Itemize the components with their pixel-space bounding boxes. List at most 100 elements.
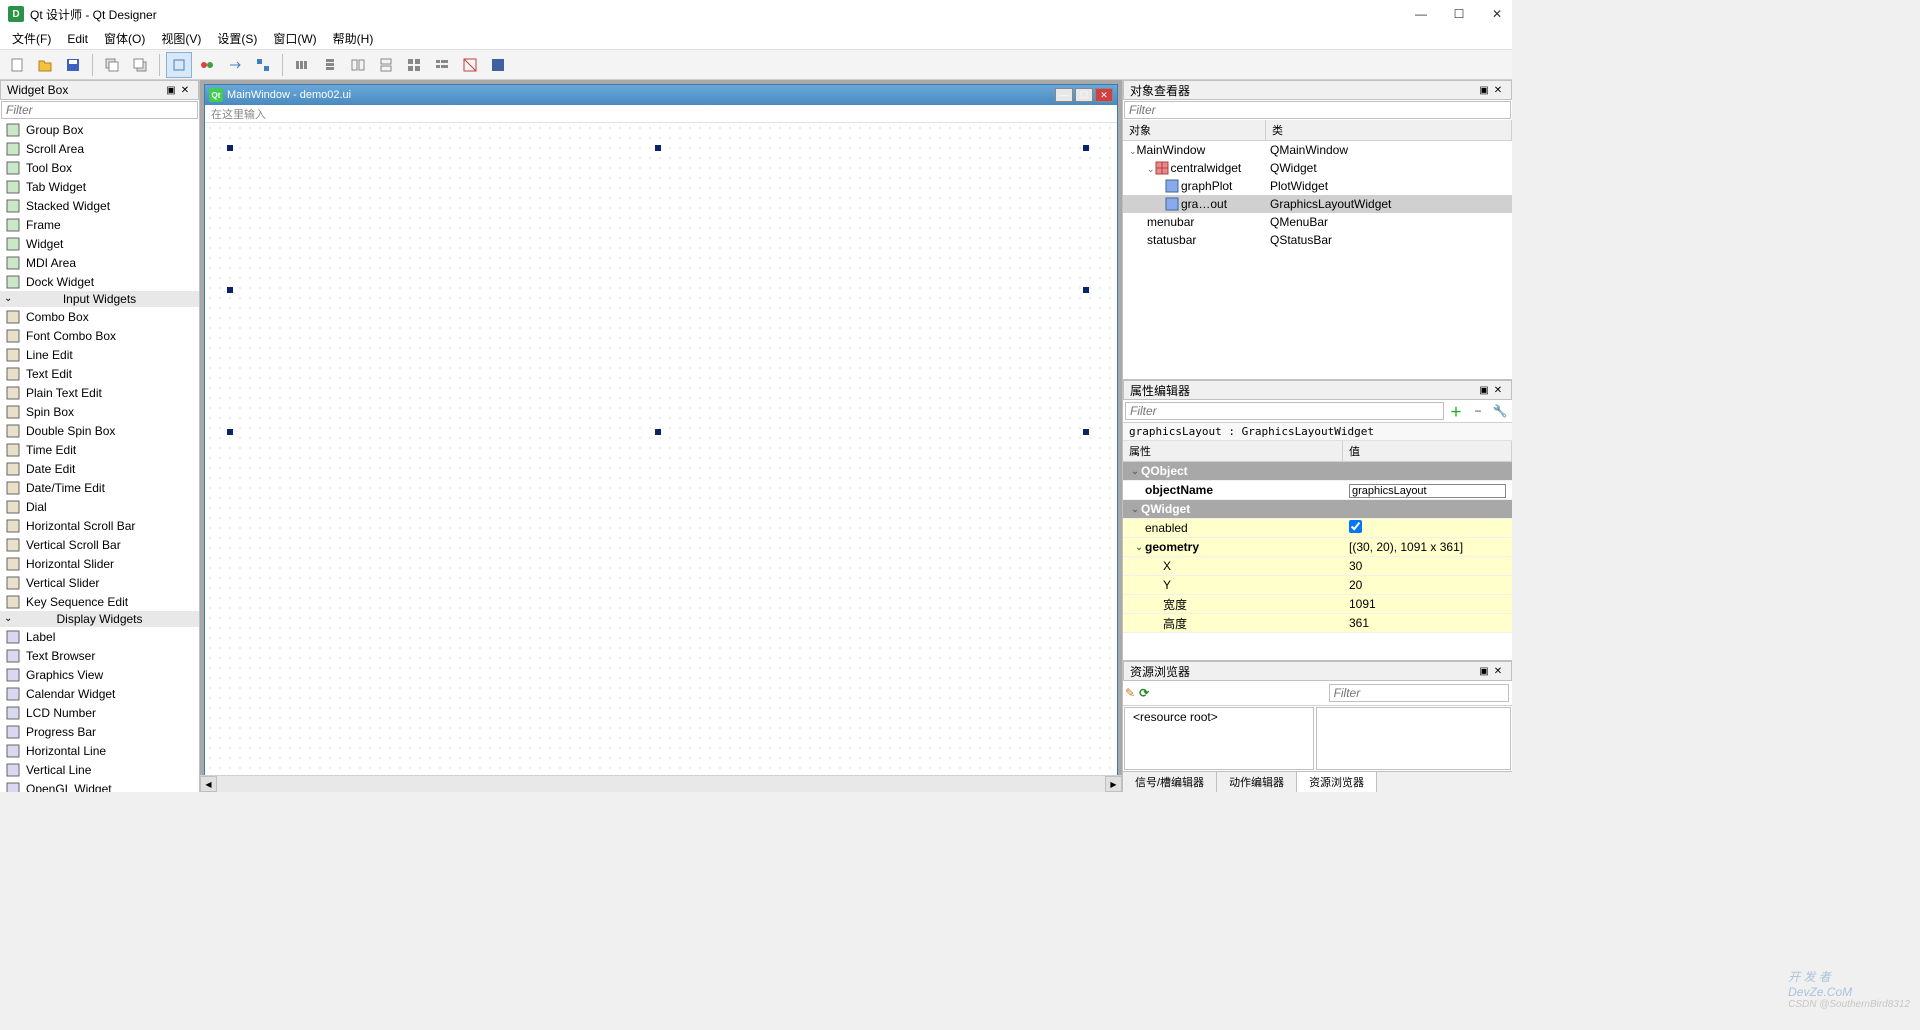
remove-property-button[interactable]: − bbox=[1468, 402, 1488, 420]
form-titlebar[interactable]: Qt MainWindow - demo02.ui — ☐ ✕ bbox=[205, 85, 1117, 105]
prop-objectname-input[interactable] bbox=[1349, 484, 1506, 498]
prop-x-value[interactable]: 30 bbox=[1343, 558, 1512, 574]
menu-view[interactable]: 视图(V) bbox=[153, 28, 209, 49]
scroll-right-button[interactable]: ▶ bbox=[1105, 776, 1122, 792]
form-window[interactable]: Qt MainWindow - demo02.ui — ☐ ✕ 在这里输入 bbox=[204, 84, 1118, 775]
menu-file[interactable]: 文件(F) bbox=[4, 28, 59, 49]
menu-help[interactable]: 帮助(H) bbox=[325, 28, 382, 49]
prop-y-value[interactable]: 20 bbox=[1343, 577, 1512, 593]
tree-row[interactable]: ⌄centralwidgetQWidget bbox=[1123, 159, 1512, 177]
close-panel-icon[interactable]: ✕ bbox=[1491, 664, 1505, 678]
widget-item[interactable]: Graphics View bbox=[0, 665, 199, 684]
menu-form[interactable]: 窗体(O) bbox=[96, 28, 153, 49]
widget-box-filter[interactable] bbox=[1, 101, 198, 119]
close-button[interactable]: ✕ bbox=[1490, 7, 1504, 21]
edit-signals-button[interactable] bbox=[194, 52, 220, 78]
widget-item[interactable]: Time Edit bbox=[0, 440, 199, 459]
form-close-button[interactable]: ✕ bbox=[1095, 88, 1113, 102]
widget-item[interactable]: Spin Box bbox=[0, 402, 199, 421]
float-icon[interactable]: ▣ bbox=[1477, 664, 1491, 678]
selection-handle[interactable] bbox=[227, 145, 233, 151]
widget-item[interactable]: Vertical Slider bbox=[0, 573, 199, 592]
widget-item[interactable]: Date Edit bbox=[0, 459, 199, 478]
float-icon[interactable]: ▣ bbox=[164, 83, 178, 97]
widget-category[interactable]: ⌄Input Widgets bbox=[0, 291, 199, 307]
widget-item[interactable]: Key Sequence Edit bbox=[0, 592, 199, 611]
menu-window[interactable]: 窗口(W) bbox=[265, 28, 324, 49]
widget-item[interactable]: OpenGL Widget bbox=[0, 779, 199, 792]
tab-actions[interactable]: 动作编辑器 bbox=[1217, 772, 1297, 792]
selection-handle[interactable] bbox=[655, 145, 661, 151]
widget-item[interactable]: Text Edit bbox=[0, 364, 199, 383]
layout-vsplit-button[interactable] bbox=[373, 52, 399, 78]
configure-icon[interactable]: 🔧 bbox=[1490, 402, 1510, 420]
tab-signals[interactable]: 信号/槽编辑器 bbox=[1123, 772, 1217, 792]
tree-row[interactable]: statusbarQStatusBar bbox=[1123, 231, 1512, 249]
edit-buddies-button[interactable] bbox=[222, 52, 248, 78]
open-file-button[interactable] bbox=[32, 52, 58, 78]
close-panel-icon[interactable]: ✕ bbox=[178, 83, 192, 97]
layout-hsplit-button[interactable] bbox=[345, 52, 371, 78]
selection-handle[interactable] bbox=[1083, 429, 1089, 435]
widget-item[interactable]: Dock Widget bbox=[0, 272, 199, 291]
adjust-size-button[interactable] bbox=[485, 52, 511, 78]
widget-item[interactable]: Text Browser bbox=[0, 646, 199, 665]
close-panel-icon[interactable]: ✕ bbox=[1491, 83, 1505, 97]
form-minimize-button[interactable]: — bbox=[1055, 88, 1073, 102]
widget-item[interactable]: Line Edit bbox=[0, 345, 199, 364]
col-object[interactable]: 对象 bbox=[1123, 120, 1266, 140]
prop-enabled-checkbox[interactable] bbox=[1349, 520, 1362, 533]
widget-item[interactable]: Horizontal Scroll Bar bbox=[0, 516, 199, 535]
add-property-button[interactable]: ＋ bbox=[1446, 402, 1466, 420]
edit-widgets-button[interactable] bbox=[166, 52, 192, 78]
property-table[interactable]: ⌄QObject objectName ⌄QWidget enabled ⌄ge… bbox=[1123, 462, 1512, 660]
menu-edit[interactable]: Edit bbox=[59, 30, 96, 48]
float-icon[interactable]: ▣ bbox=[1477, 383, 1491, 397]
close-panel-icon[interactable]: ✕ bbox=[1491, 383, 1505, 397]
edit-resource-button[interactable]: ✎ bbox=[1125, 686, 1135, 700]
send-back-button[interactable] bbox=[99, 52, 125, 78]
col-class[interactable]: 类 bbox=[1266, 120, 1512, 140]
form-maximize-button[interactable]: ☐ bbox=[1075, 88, 1093, 102]
menu-placeholder[interactable]: 在这里输入 bbox=[205, 105, 1117, 123]
design-surface[interactable] bbox=[205, 123, 1117, 775]
selection-handle[interactable] bbox=[1083, 145, 1089, 151]
tab-resources[interactable]: 资源浏览器 bbox=[1297, 772, 1377, 792]
widget-item[interactable]: Label bbox=[0, 627, 199, 646]
tree-row[interactable]: ⌄MainWindowQMainWindow bbox=[1123, 141, 1512, 159]
save-button[interactable] bbox=[60, 52, 86, 78]
scroll-left-button[interactable]: ◀ bbox=[200, 776, 217, 792]
horizontal-scrollbar[interactable]: ◀ ▶ bbox=[200, 775, 1122, 792]
widget-item[interactable]: Stacked Widget bbox=[0, 196, 199, 215]
layout-vertical-button[interactable] bbox=[317, 52, 343, 78]
prop-width-value[interactable]: 1091 bbox=[1343, 596, 1512, 612]
selection-handle[interactable] bbox=[655, 429, 661, 435]
edit-tab-order-button[interactable] bbox=[250, 52, 276, 78]
widget-item[interactable]: Date/Time Edit bbox=[0, 478, 199, 497]
maximize-button[interactable]: ☐ bbox=[1452, 7, 1466, 21]
col-property[interactable]: 属性 bbox=[1123, 441, 1343, 461]
tree-row[interactable]: menubarQMenuBar bbox=[1123, 213, 1512, 231]
widget-item[interactable]: MDI Area bbox=[0, 253, 199, 272]
widget-item[interactable]: Tab Widget bbox=[0, 177, 199, 196]
layout-form-button[interactable] bbox=[429, 52, 455, 78]
bring-front-button[interactable] bbox=[127, 52, 153, 78]
break-layout-button[interactable] bbox=[457, 52, 483, 78]
float-icon[interactable]: ▣ bbox=[1477, 83, 1491, 97]
prop-geometry-value[interactable]: [(30, 20), 1091 x 361] bbox=[1343, 539, 1512, 555]
widget-item[interactable]: Combo Box bbox=[0, 307, 199, 326]
prop-height-value[interactable]: 361 bbox=[1343, 615, 1512, 631]
layout-horizontal-button[interactable] bbox=[289, 52, 315, 78]
widget-item[interactable]: Horizontal Line bbox=[0, 741, 199, 760]
widget-item[interactable]: Plain Text Edit bbox=[0, 383, 199, 402]
widget-item[interactable]: Font Combo Box bbox=[0, 326, 199, 345]
minimize-button[interactable]: — bbox=[1414, 7, 1428, 21]
widget-item[interactable]: Vertical Scroll Bar bbox=[0, 535, 199, 554]
widget-list[interactable]: Group BoxScroll AreaTool BoxTab WidgetSt… bbox=[0, 120, 199, 792]
resource-root[interactable]: <resource root> bbox=[1133, 710, 1218, 724]
new-file-button[interactable] bbox=[4, 52, 30, 78]
tree-row[interactable]: gra…outGraphicsLayoutWidget bbox=[1123, 195, 1512, 213]
widget-item[interactable]: Dial bbox=[0, 497, 199, 516]
widget-item[interactable]: Tool Box bbox=[0, 158, 199, 177]
selection-handle[interactable] bbox=[227, 429, 233, 435]
